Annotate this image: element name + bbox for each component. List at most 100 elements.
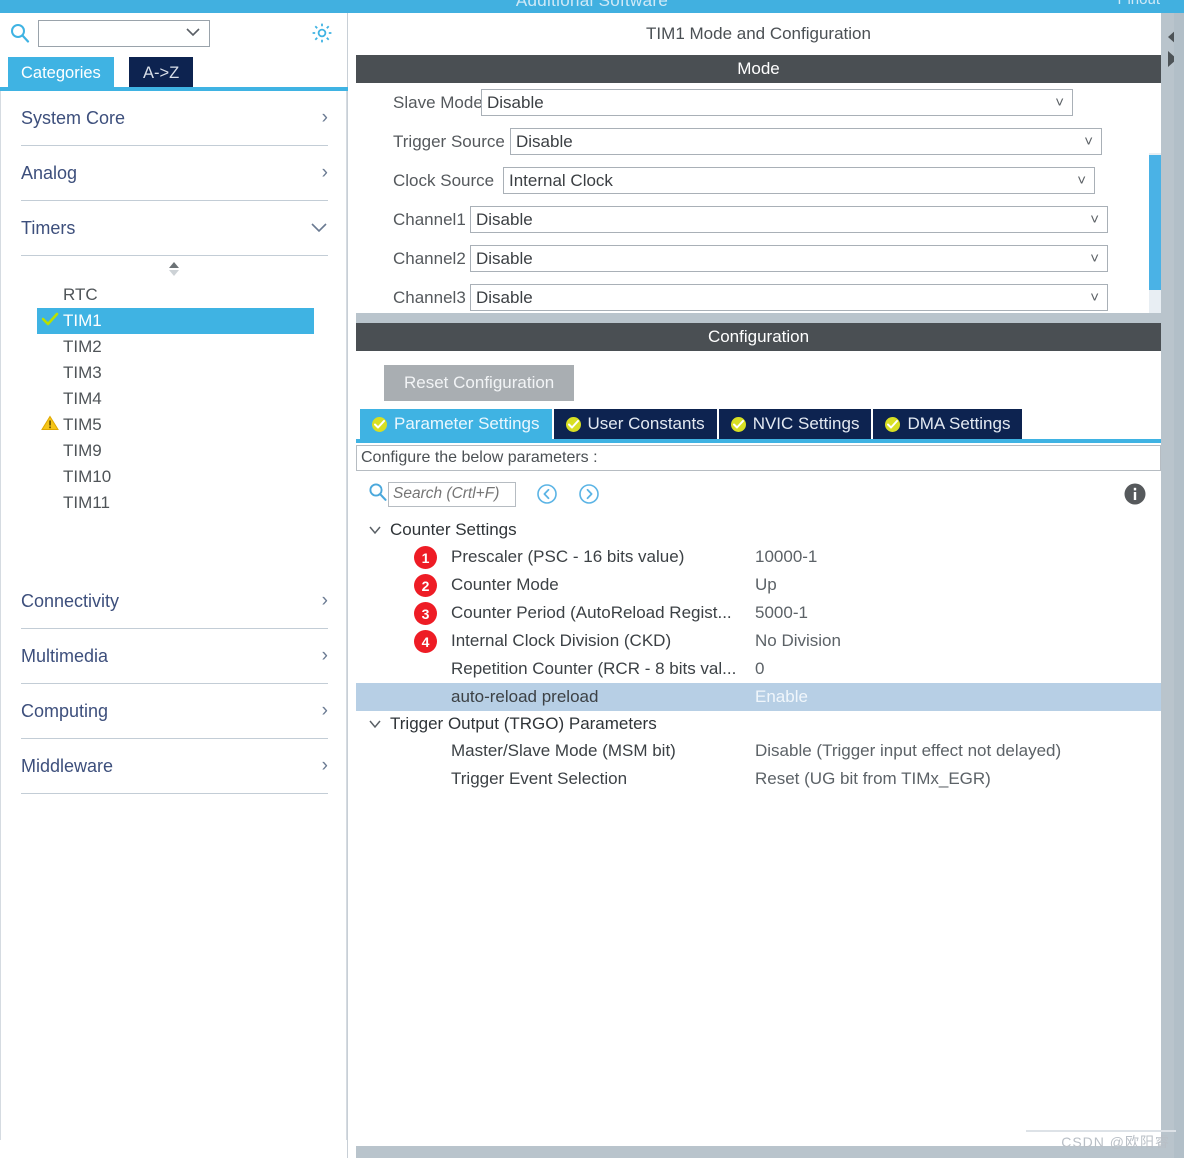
window-title-right-label: Pinout: [1117, 0, 1160, 8]
tab-categories[interactable]: Categories: [8, 57, 114, 87]
param-row-repetition-counter[interactable]: Repetition Counter (RCR - 8 bits val... …: [356, 655, 1161, 683]
sidebar-item-label: RTC: [63, 285, 98, 304]
param-row-auto-reload-preload[interactable]: auto-reload preload Enable: [356, 683, 1161, 711]
chevron-down-icon: [368, 522, 382, 539]
param-label: auto-reload preload: [451, 687, 599, 706]
sidebar-item-multimedia[interactable]: Multimedia ›: [21, 629, 328, 684]
sidebar-item-tim10[interactable]: TIM10: [1, 464, 346, 490]
sidebar-item-computing[interactable]: Computing ›: [21, 684, 328, 739]
sidebar-item-tim2[interactable]: TIM2: [1, 334, 346, 360]
param-value[interactable]: Disable (Trigger input effect not delaye…: [751, 741, 1061, 761]
group-label: Counter Settings: [390, 520, 517, 539]
tab-parameter-settings[interactable]: Parameter Settings: [360, 409, 552, 439]
sidebar-item-label: TIM4: [63, 389, 102, 408]
field-value: Disable: [476, 287, 533, 307]
tab-label: DMA Settings: [907, 414, 1011, 433]
sidebar-item-rtc[interactable]: RTC: [1, 282, 346, 308]
channel1-select[interactable]: Disable ˅: [470, 206, 1108, 233]
configuration-section: Configuration Reset Configuration Parame…: [356, 323, 1161, 1146]
chevron-right-icon: ›: [321, 755, 328, 776]
mode-row-slave-mode: Slave Mode Disable ˅: [356, 83, 1161, 122]
chevron-right-icon: ›: [321, 107, 328, 128]
annotation-badge-3: 3: [414, 602, 437, 625]
chevron-right-icon: ›: [321, 700, 328, 721]
sidebar-item-tim1[interactable]: TIM1: [37, 308, 314, 334]
channel3-select[interactable]: Disable ˅: [470, 284, 1108, 311]
param-row-prescaler[interactable]: 1 Prescaler (PSC - 16 bits value) 10000-…: [356, 543, 1161, 571]
sidebar-item-system-core[interactable]: System Core ›: [21, 91, 328, 146]
param-row-master-slave-mode[interactable]: Master/Slave Mode (MSM bit) Disable (Tri…: [356, 737, 1161, 765]
main-scrollbar-track[interactable]: [1174, 13, 1184, 1158]
tab-a-to-z[interactable]: A->Z: [129, 57, 194, 87]
sidebar-item-analog[interactable]: Analog ›: [21, 146, 328, 201]
sidebar-item-label: System Core: [21, 107, 126, 128]
parameter-search-input[interactable]: [388, 481, 516, 507]
search-combo[interactable]: [38, 19, 210, 47]
sidebar-item-connectivity[interactable]: Connectivity ›: [21, 574, 328, 629]
chevron-down-icon: [310, 217, 328, 239]
reset-area: Reset Configuration: [356, 351, 1161, 409]
sidebar-item-tim11[interactable]: TIM11: [1, 490, 346, 516]
sidebar-item-label: TIM10: [63, 467, 112, 486]
field-label: Clock Source: [393, 170, 495, 190]
info-icon[interactable]: [1123, 482, 1147, 506]
main-panel: TIM1 Mode and Configuration Mode Slave M…: [356, 13, 1184, 1158]
field-value: Disable: [487, 92, 544, 112]
circle-right-arrow-icon[interactable]: [578, 483, 600, 505]
sidebar-item-tim5[interactable]: TIM5: [1, 412, 346, 438]
annotation-badge-4: 4: [414, 630, 437, 653]
channel2-select[interactable]: Disable ˅: [470, 245, 1108, 272]
tab-nvic-settings[interactable]: NVIC Settings: [718, 409, 872, 439]
sidebar-tabs: Categories A->Z: [0, 57, 348, 87]
param-value[interactable]: Reset (UG bit from TIMx_EGR): [751, 769, 991, 789]
annotation-badge-2: 2: [414, 574, 437, 597]
configuration-tab-underline: [356, 439, 1161, 443]
sidebar-item-tim9[interactable]: TIM9: [1, 438, 346, 464]
param-row-internal-clock-division[interactable]: 4 Internal Clock Division (CKD) No Divis…: [356, 627, 1161, 655]
group-counter-settings[interactable]: Counter Settings: [356, 517, 1161, 543]
field-value: Disable: [516, 131, 573, 151]
chevron-down-icon: ˅: [1090, 250, 1099, 267]
timers-peripheral-list: RTC TIM1 TIM2 TIM3 TIM4 TIM5 TIM9 TIM10 …: [1, 282, 346, 516]
timers-sort-toggle[interactable]: [1, 256, 346, 282]
field-label: Channel2: [393, 248, 466, 268]
tab-dma-settings[interactable]: DMA Settings: [873, 409, 1023, 439]
slave-mode-select[interactable]: Disable ˅: [481, 89, 1073, 116]
sidebar-item-label: Computing: [21, 700, 109, 721]
group-trigger-output[interactable]: Trigger Output (TRGO) Parameters: [356, 711, 1161, 737]
field-value: Disable: [476, 248, 533, 268]
param-value[interactable]: Up: [751, 575, 777, 595]
reset-configuration-button[interactable]: Reset Configuration: [384, 365, 575, 401]
mode-band-label: Mode: [356, 55, 1161, 83]
param-value[interactable]: No Division: [751, 631, 841, 651]
left-sidebar: Categories A->Z System Core › Analog › T…: [0, 13, 348, 1158]
sidebar-item-tim3[interactable]: TIM3: [1, 360, 346, 386]
mode-row-channel1: Channel1 Disable ˅: [356, 200, 1161, 239]
sidebar-item-middleware[interactable]: Middleware ›: [21, 739, 328, 794]
field-value: Internal Clock: [509, 170, 613, 190]
mode-row-trigger-source: Trigger Source Disable ˅: [356, 122, 1161, 161]
sidebar-item-timers[interactable]: Timers: [21, 201, 328, 256]
circle-left-arrow-icon[interactable]: [536, 483, 558, 505]
mode-row-channel3: Channel3 Disable ˅: [356, 278, 1161, 313]
param-value[interactable]: 5000-1: [751, 603, 808, 623]
sidebar-item-tim4[interactable]: TIM4: [1, 386, 346, 412]
param-value[interactable]: 0: [751, 659, 764, 679]
sidebar-item-label: TIM11: [63, 493, 110, 512]
trigger-source-select[interactable]: Disable ˅: [510, 128, 1102, 155]
clock-source-select[interactable]: Internal Clock ˅: [503, 167, 1095, 194]
chevron-down-icon: [368, 716, 382, 733]
param-row-counter-period[interactable]: 3 Counter Period (AutoReload Regist... 5…: [356, 599, 1161, 627]
field-label: Channel1: [393, 209, 466, 229]
chevron-down-icon: ˅: [1084, 133, 1093, 150]
mode-scrollbar-thumb[interactable]: [1149, 155, 1161, 290]
param-row-counter-mode[interactable]: 2 Counter Mode Up: [356, 571, 1161, 599]
param-row-trigger-event-selection[interactable]: Trigger Event Selection Reset (UG bit fr…: [356, 765, 1161, 793]
tab-user-constants[interactable]: User Constants: [553, 409, 717, 439]
param-value[interactable]: Enable: [751, 687, 808, 707]
timers-list-spacer: [1, 516, 346, 574]
param-value[interactable]: 10000-1: [751, 547, 817, 567]
chevron-right-icon: ›: [321, 590, 328, 611]
sidebar-item-label: Connectivity: [21, 590, 120, 611]
gear-icon[interactable]: [310, 21, 334, 45]
